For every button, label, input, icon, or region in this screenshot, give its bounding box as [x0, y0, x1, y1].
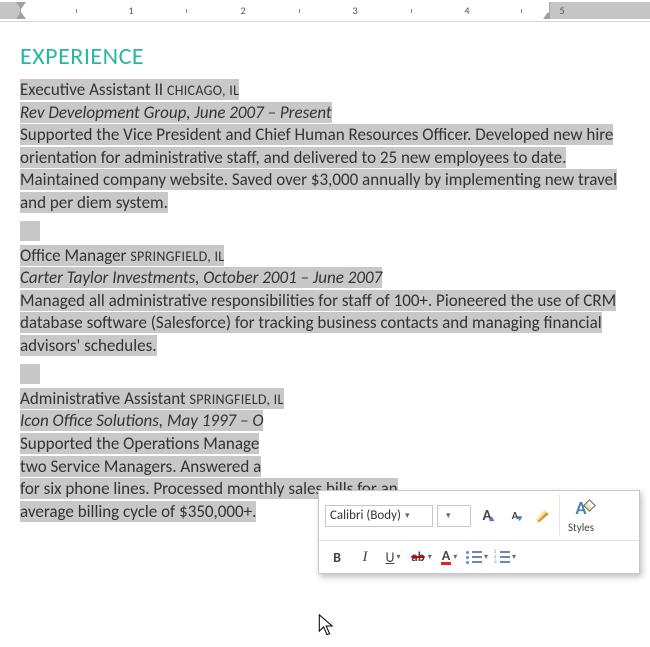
- ruler-label: 2: [240, 2, 245, 20]
- job-title: Office Manager: [20, 245, 126, 266]
- grow-font-button[interactable]: A ▴: [475, 504, 499, 528]
- bullets-icon: [466, 551, 482, 564]
- horizontal-ruler[interactable]: 1 2 3 4 5: [0, 0, 650, 22]
- format-painter-icon: [536, 509, 550, 523]
- job-title: Executive Assistant II: [20, 79, 163, 100]
- styles-button[interactable]: A Styles: [559, 495, 602, 536]
- italic-button[interactable]: I: [353, 545, 377, 569]
- job-entry: Executive Assistant II CHICAGO, IL Rev D…: [20, 79, 630, 215]
- font-size-select[interactable]: ▾: [437, 505, 471, 527]
- ruler-label: 5: [559, 2, 564, 20]
- section-heading: EXPERIENCE: [20, 42, 630, 71]
- ruler-label: 3: [352, 2, 357, 20]
- format-painter-button[interactable]: [531, 504, 555, 528]
- font-family-select[interactable]: Calibri (Body) ▾: [325, 505, 433, 527]
- mouse-cursor-icon: [318, 614, 336, 638]
- shrink-font-button[interactable]: A ▾: [503, 504, 527, 528]
- job-description: Supported the Vice President and Chief H…: [20, 124, 617, 213]
- ruler-label: 4: [464, 2, 469, 20]
- ruler-active-area[interactable]: 1 2 3 4: [20, 2, 550, 19]
- ruler-label: 1: [128, 2, 133, 20]
- job-title: Administrative Assistant: [20, 388, 186, 409]
- mini-toolbar[interactable]: Calibri (Body) ▾ ▾ A ▴ A ▾ A Styles B I …: [318, 490, 640, 574]
- highlight-button[interactable]: ab▾: [409, 545, 433, 569]
- font-family-value: Calibri (Body): [330, 508, 401, 523]
- job-description: Managed all administrative responsibilit…: [20, 290, 616, 356]
- underline-button[interactable]: U▾: [381, 545, 405, 569]
- job-company: Rev Development Group, June 2007 – Prese…: [20, 102, 332, 123]
- job-company: Carter Taylor Investments, October 2001 …: [20, 267, 382, 288]
- chevron-down-icon: ▾: [405, 510, 410, 521]
- numbering-button[interactable]: 123 ▾: [493, 545, 517, 569]
- bullets-button[interactable]: ▾: [465, 545, 489, 569]
- job-location: SPRINGFIELD, IL: [190, 391, 284, 408]
- highlight-icon: ab: [410, 550, 425, 565]
- chevron-down-icon: ▾: [512, 552, 516, 562]
- job-company: Icon Office Solutions, May 1997 – O: [20, 410, 263, 431]
- paragraph-mark: [20, 364, 40, 384]
- job-location: CHICAGO, IL: [167, 82, 239, 99]
- paragraph-mark: [20, 221, 40, 241]
- chevron-down-icon: ▾: [446, 510, 451, 521]
- job-description-line: two Service Managers. Answered a: [20, 456, 261, 477]
- job-description-line: Supported the Operations Manage: [20, 433, 259, 454]
- chevron-down-icon: ▾: [428, 552, 432, 562]
- font-color-icon: A: [441, 549, 451, 565]
- chevron-down-icon: ▾: [396, 552, 400, 562]
- chevron-down-icon: ▾: [484, 552, 488, 562]
- chevron-down-icon: ▾: [453, 552, 457, 562]
- bold-button[interactable]: B: [325, 545, 349, 569]
- numbering-icon: 123: [494, 551, 510, 564]
- document-body[interactable]: EXPERIENCE Executive Assistant II CHICAG…: [0, 22, 650, 549]
- styles-icon: A: [576, 497, 587, 519]
- job-description-line: for six phone lines. Processed mont: [20, 478, 264, 499]
- job-entry: Office Manager SPRINGFIELD, IL Carter Ta…: [20, 245, 630, 358]
- job-description-line: average billing cycle of $350,000+.: [20, 501, 256, 522]
- styles-label: Styles: [568, 521, 594, 534]
- job-location: SPRINGFIELD, IL: [130, 248, 224, 265]
- font-color-button[interactable]: A▾: [437, 545, 461, 569]
